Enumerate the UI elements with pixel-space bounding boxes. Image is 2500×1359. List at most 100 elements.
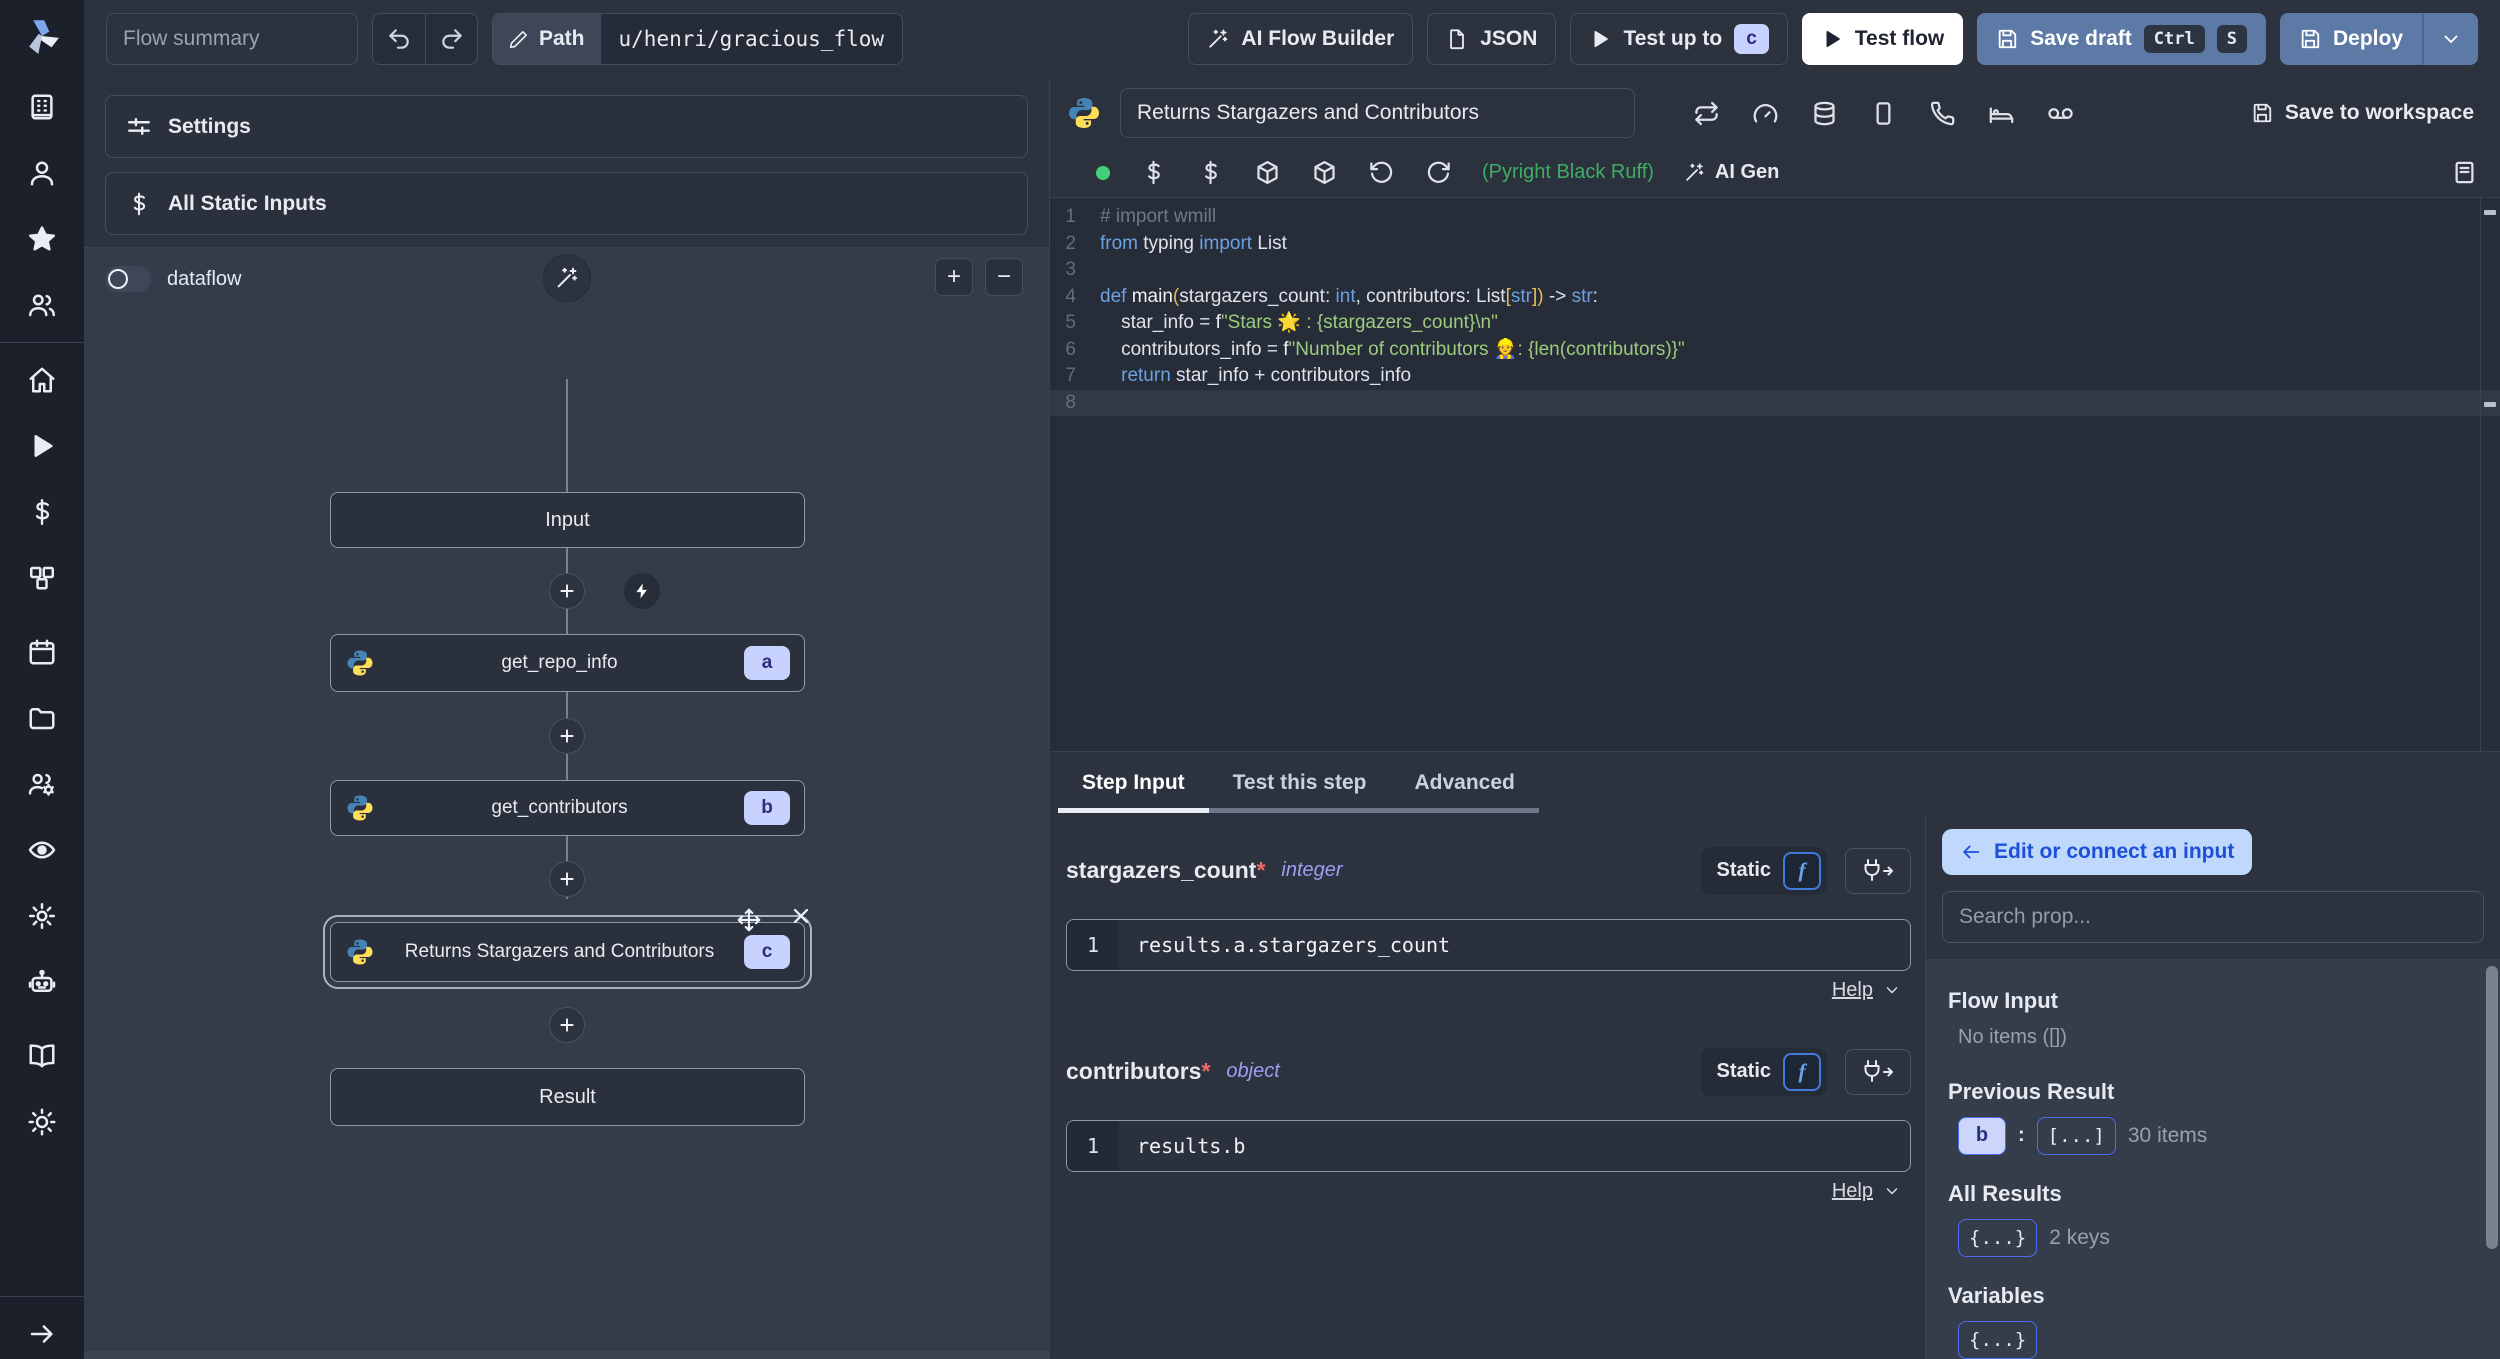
home-icon[interactable] bbox=[27, 365, 57, 395]
flow-settings-button[interactable]: Settings bbox=[105, 95, 1028, 158]
flow-summary-input[interactable] bbox=[106, 13, 358, 65]
package-icon[interactable] bbox=[1254, 159, 1281, 186]
connect-input-button[interactable] bbox=[1845, 847, 1911, 894]
json-label: JSON bbox=[1480, 27, 1538, 50]
flow-node-input[interactable]: Input bbox=[330, 492, 805, 548]
flow-node-get-contributors[interactable]: get_contributors b bbox=[330, 780, 805, 836]
redo-button[interactable] bbox=[425, 14, 477, 64]
expr-mode-button[interactable]: f bbox=[1783, 851, 1821, 890]
voicemail-icon[interactable] bbox=[2047, 100, 2074, 127]
users-icon[interactable] bbox=[27, 290, 57, 320]
expr-mode-button[interactable]: f bbox=[1783, 1052, 1821, 1091]
ai-gen-button[interactable]: AI Gen bbox=[1684, 161, 1779, 184]
add-step-button[interactable] bbox=[549, 718, 585, 754]
expr-editor[interactable]: 1 results.b bbox=[1066, 1119, 1911, 1172]
code-editor-scrollbar[interactable] bbox=[2480, 198, 2500, 751]
code-line[interactable]: 4 def main(stargazers_count: int, contrib… bbox=[1050, 284, 2500, 311]
add-step-button[interactable] bbox=[549, 1007, 585, 1043]
deploy-more-button[interactable] bbox=[2422, 13, 2478, 65]
dollar-icon[interactable] bbox=[1140, 159, 1167, 186]
bot-icon[interactable] bbox=[27, 967, 57, 997]
bed-icon[interactable] bbox=[1988, 100, 2015, 127]
book-open-icon[interactable] bbox=[27, 1041, 57, 1071]
add-step-button[interactable] bbox=[549, 573, 585, 609]
tab-test-this-step[interactable]: Test this step bbox=[1209, 758, 1391, 808]
arrow-right-icon[interactable] bbox=[27, 1319, 57, 1349]
zoom-in-button[interactable]: + bbox=[935, 258, 973, 296]
package-icon[interactable] bbox=[1311, 159, 1338, 186]
connect-panel-scrollbar[interactable] bbox=[2486, 965, 2498, 1249]
smartphone-icon[interactable] bbox=[1870, 100, 1897, 127]
library-icon[interactable] bbox=[2451, 159, 2478, 186]
input-mode-toggle[interactable]: Static f bbox=[1700, 846, 1827, 895]
expr-editor[interactable]: 1 results.a.stargazers_count bbox=[1066, 918, 1911, 971]
rotate-ccw-icon[interactable] bbox=[1368, 159, 1395, 186]
dollar-icon[interactable] bbox=[27, 497, 57, 527]
folder-icon[interactable] bbox=[27, 703, 57, 733]
tab-advanced[interactable]: Advanced bbox=[1390, 758, 1538, 808]
phone-icon[interactable] bbox=[1929, 100, 1956, 127]
dataflow-toggle[interactable] bbox=[105, 266, 151, 292]
flow-node-result[interactable]: Result bbox=[330, 1068, 805, 1126]
code-line[interactable]: 6 contributors_info = f"Number of contri… bbox=[1050, 337, 2500, 364]
flow-node-get-repo-info[interactable]: get_repo_info a bbox=[330, 634, 805, 692]
windmill-logo-icon[interactable] bbox=[20, 14, 64, 58]
save-to-workspace-button[interactable]: Save to workspace bbox=[2251, 101, 2474, 125]
save-draft-button[interactable]: Save draft Ctrl S bbox=[1977, 13, 2266, 65]
search-prop-input[interactable] bbox=[1942, 890, 2484, 943]
code-line[interactable]: 3 bbox=[1050, 257, 2500, 284]
collapsed-object-badge[interactable]: {...} bbox=[1958, 1218, 2038, 1257]
move-node-handle[interactable] bbox=[736, 907, 762, 933]
code-line[interactable]: 2 from typing import List bbox=[1050, 231, 2500, 258]
calendar-icon[interactable] bbox=[27, 637, 57, 667]
code-editor[interactable]: 1 # import wmill 2 from typing import List 3… bbox=[1050, 198, 2500, 751]
gear-icon[interactable] bbox=[27, 901, 57, 931]
zoom-out-button[interactable]: − bbox=[985, 258, 1023, 296]
eye-icon[interactable] bbox=[27, 835, 57, 865]
rotate-cw-icon[interactable] bbox=[1425, 159, 1452, 186]
collapsed-object-badge[interactable]: {...} bbox=[1958, 1320, 2038, 1359]
code-line[interactable]: 5 star_info = f"Stars 🌟 : {stargazers_co… bbox=[1050, 310, 2500, 337]
ai-flow-builder-button[interactable]: AI Flow Builder bbox=[1188, 13, 1414, 65]
collapsed-array-badge[interactable]: [...] bbox=[2036, 1116, 2116, 1155]
code-line[interactable]: 7 return star_info + contributors_info bbox=[1050, 363, 2500, 390]
json-button[interactable]: JSON bbox=[1427, 13, 1557, 65]
code-line[interactable]: 1 # import wmill bbox=[1050, 204, 2500, 231]
repeat-icon[interactable] bbox=[1693, 100, 1720, 127]
chevron-down-icon[interactable] bbox=[1883, 981, 1901, 999]
users-cog-icon[interactable] bbox=[27, 769, 57, 799]
graph-horizontal-scrollbar[interactable] bbox=[84, 1351, 1049, 1359]
graph-ai-wand-button[interactable] bbox=[543, 254, 591, 302]
deploy-button[interactable]: Deploy bbox=[2279, 13, 2422, 65]
test-flow-button[interactable]: Test flow bbox=[1801, 13, 1964, 65]
undo-button[interactable] bbox=[373, 14, 425, 64]
help-link[interactable]: Help bbox=[1832, 1180, 1873, 1203]
cubes-icon[interactable] bbox=[27, 563, 57, 593]
test-up-to-button[interactable]: Test up to c bbox=[1570, 13, 1788, 65]
delete-node-icon[interactable] bbox=[790, 905, 812, 927]
tab-step-input[interactable]: Step Input bbox=[1058, 758, 1209, 813]
edit-or-connect-button[interactable]: Edit or connect an input bbox=[1942, 828, 2253, 875]
all-static-inputs-button[interactable]: All Static Inputs bbox=[105, 172, 1028, 235]
building-icon[interactable] bbox=[27, 92, 57, 122]
step-title-input[interactable] bbox=[1120, 88, 1635, 138]
database-icon[interactable] bbox=[1811, 100, 1838, 127]
connect-input-button[interactable] bbox=[1845, 1048, 1911, 1095]
code-line[interactable]: 8 bbox=[1050, 389, 2500, 416]
help-link[interactable]: Help bbox=[1832, 979, 1873, 1002]
sun-icon[interactable] bbox=[27, 1107, 57, 1137]
path-chip[interactable]: Path u/henri/gracious_flow bbox=[492, 13, 904, 65]
user-icon[interactable] bbox=[27, 158, 57, 188]
flow-node-returns-stargazers[interactable]: Returns Stargazers and Contributors c bbox=[323, 908, 812, 989]
chevron-down-icon[interactable] bbox=[1883, 1182, 1901, 1200]
node-id-badge: a bbox=[744, 646, 790, 680]
result-key-badge[interactable]: b bbox=[1958, 1116, 2006, 1155]
input-mode-toggle[interactable]: Static f bbox=[1700, 1047, 1827, 1096]
star-icon[interactable] bbox=[27, 224, 57, 254]
gauge-icon[interactable] bbox=[1752, 100, 1779, 127]
trigger-button[interactable] bbox=[624, 573, 660, 609]
dollar-icon[interactable] bbox=[1197, 159, 1224, 186]
play-icon[interactable] bbox=[27, 431, 57, 461]
rail-group-misc bbox=[0, 1041, 84, 1137]
add-step-button[interactable] bbox=[549, 861, 585, 897]
